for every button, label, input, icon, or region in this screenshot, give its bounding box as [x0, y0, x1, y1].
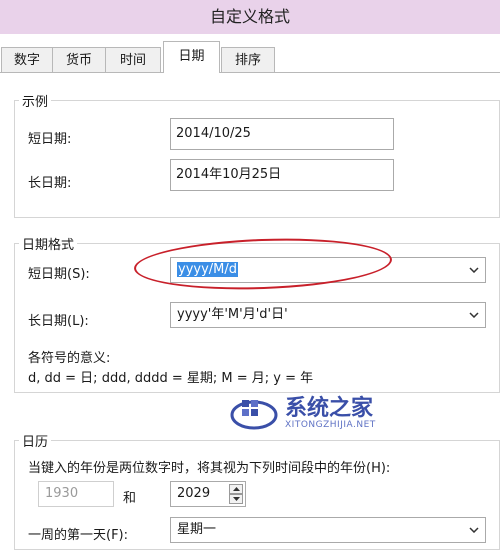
tab-currency[interactable]: 货币 — [52, 47, 106, 72]
tab-sort[interactable]: 排序 — [221, 47, 275, 72]
spin-up-icon[interactable] — [229, 484, 243, 494]
to-year-value[interactable]: 2029 — [177, 482, 210, 506]
long-date-format-value[interactable]: yyyy'年'M'月'd'日' — [177, 303, 288, 327]
site-watermark: 系统之家 XITONGZHIJIA.NET — [230, 388, 400, 438]
short-date-format-combo[interactable]: yyyy/M/d — [170, 257, 486, 283]
chevron-down-icon[interactable] — [467, 258, 481, 282]
watermark-url: XITONGZHIJIA.NET — [285, 420, 376, 430]
chevron-down-icon[interactable] — [467, 518, 481, 542]
chevron-down-icon[interactable] — [467, 303, 481, 327]
example-short-value: 2014/10/25 — [170, 118, 394, 150]
and-label: 和 — [123, 491, 137, 506]
tab-number[interactable]: 数字 — [1, 47, 53, 72]
from-year-value: 1930 — [45, 486, 79, 501]
from-year-field: 1930 — [38, 481, 114, 507]
short-date-label: 短日期(S): — [28, 267, 90, 282]
date-format-group-title: 日期格式 — [19, 234, 78, 253]
long-date-label: 长日期(L): — [28, 314, 89, 329]
example-group-title: 示例 — [19, 91, 52, 110]
calendar-group-title: 日历 — [19, 431, 52, 450]
spin-down-icon[interactable] — [229, 494, 243, 504]
first-day-combo[interactable]: 星期一 — [170, 517, 486, 543]
tab-strip: 数字 货币 时间 日期 排序 — [0, 41, 500, 73]
example-long-value: 2014年10月25日 — [170, 159, 394, 191]
watermark-logo-icon — [230, 400, 278, 430]
long-date-format-combo[interactable]: yyyy'年'M'月'd'日' — [170, 302, 486, 328]
watermark-text: 系统之家 — [285, 396, 374, 421]
example-short-label: 短日期: — [28, 132, 72, 147]
tab-time[interactable]: 时间 — [105, 47, 161, 72]
two-digit-year-text: 当键入的年份是两位数字时，将其视为下列时间段中的年份(H): — [28, 461, 391, 476]
window-title: 自定义格式 — [0, 0, 500, 34]
symbol-meaning-text: d, dd = 日; ddd, dddd = 星期; M = 月; y = 年 — [28, 371, 314, 386]
first-day-label: 一周的第一天(F): — [28, 528, 129, 543]
first-day-value[interactable]: 星期一 — [177, 518, 216, 542]
short-date-format-value[interactable]: yyyy/M/d — [177, 262, 239, 277]
to-year-stepper[interactable]: 2029 — [170, 481, 246, 507]
example-long-label: 长日期: — [28, 176, 72, 191]
tab-date[interactable]: 日期 — [163, 41, 220, 73]
symbol-meaning-title: 各符号的意义: — [28, 351, 111, 366]
